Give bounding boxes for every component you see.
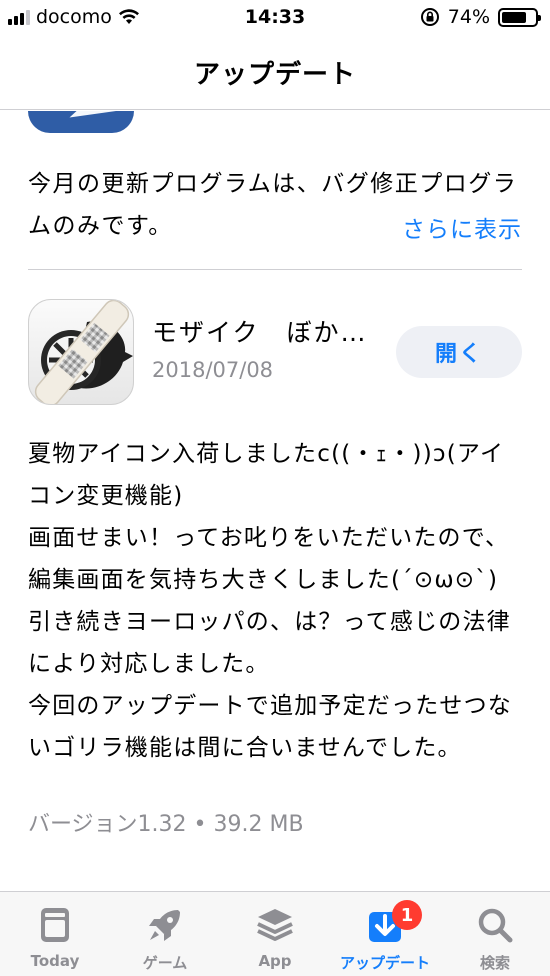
show-more-link[interactable]: さらに表示: [402, 210, 522, 244]
battery-icon: [498, 7, 541, 27]
app-name[interactable]: モザイク ぼか…: [152, 313, 368, 349]
tab-apps[interactable]: App: [220, 892, 330, 976]
tab-search[interactable]: 検索: [440, 892, 550, 976]
navigation-bar: アップデート: [0, 36, 550, 110]
page-title: アップデート: [193, 60, 356, 90]
version-info: バージョン1.32 • 39.2 MB: [28, 812, 304, 837]
tab-label: アップデート: [339, 954, 430, 972]
tab-label: ゲーム: [142, 954, 188, 972]
tab-bar: Today ゲーム App 1 アップデート 検索: [0, 891, 550, 976]
today-icon: [41, 908, 69, 942]
release-notes-line: 引き続きヨーロッパの、は？って感じの法律: [28, 609, 511, 635]
release-notes-line: いゴリラ機能は間に合いませんでした。: [28, 735, 462, 761]
search-icon: [478, 908, 513, 943]
release-notes-line: コン変更機能): [28, 483, 184, 509]
release-notes-line: 編集画面を気持ち大きくしました(´⊙ω⊙`): [28, 567, 499, 593]
status-bar: docomo 14:33 74%: [0, 0, 550, 36]
previous-app-icon[interactable]: [28, 111, 134, 133]
release-notes-line: 画面せまい！ってお叱りをいただいたので、: [28, 525, 510, 551]
release-notes-line: により対応しました。: [28, 651, 270, 677]
battery-fill: [502, 11, 526, 23]
divider: [28, 269, 522, 270]
tab-label: App: [258, 952, 292, 970]
tab-updates[interactable]: 1 アップデート: [330, 892, 440, 976]
tab-today[interactable]: Today: [0, 892, 110, 976]
rocket-icon: [149, 910, 180, 941]
tab-label: Today: [30, 952, 80, 970]
tab-games[interactable]: ゲーム: [110, 892, 220, 976]
release-notes: 夏物アイコン入荷しましたc((・ｪ・))ↄ(アイ コン変更機能) 画面せまい！っ…: [28, 433, 528, 769]
rotation-lock-icon: [420, 8, 439, 26]
update-date: 2018/07/08: [152, 358, 274, 382]
release-notes-line: 今回のアップデートで追加予定だったせつな: [28, 693, 512, 719]
open-button[interactable]: 開く: [396, 326, 522, 378]
mosaic-wheel-icon: [34, 300, 133, 404]
app-icon[interactable]: [28, 299, 134, 405]
updates-list[interactable]: 今月の更新プログラムは、バグ修正プログラムのみです。 さらに表示 モザイク ぼか…: [0, 111, 550, 891]
tab-label: 検索: [479, 954, 510, 972]
update-count-badge: 1: [392, 900, 422, 930]
battery-percent: 74%: [447, 6, 490, 28]
layers-icon: [257, 909, 293, 941]
release-notes-line: 夏物アイコン入荷しましたc((・ｪ・))ↄ(アイ: [28, 441, 505, 467]
